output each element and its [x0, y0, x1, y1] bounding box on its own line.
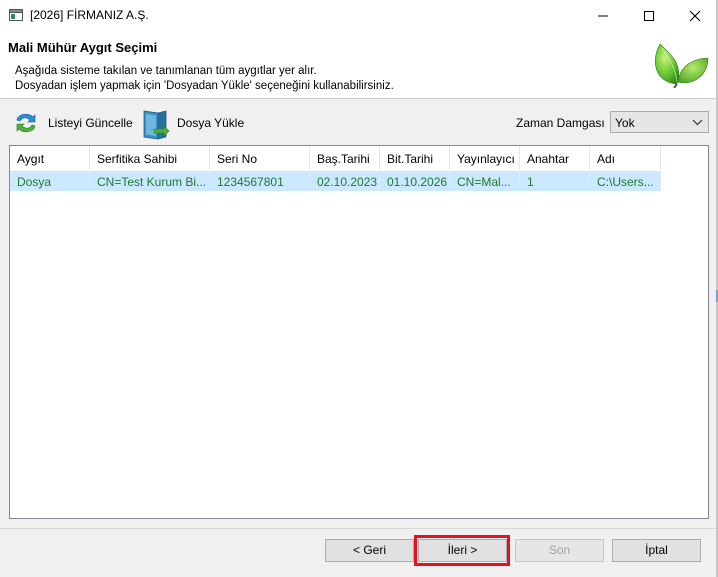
finish-button: Son	[515, 539, 604, 562]
timestamp-select-value: Yok	[615, 116, 635, 130]
minimize-icon	[598, 15, 608, 17]
cell-key: 1	[520, 171, 590, 191]
table-row[interactable]: Dosya CN=Test Kurum Bi... 1234567801 02.…	[10, 171, 661, 191]
column-header-name[interactable]: Adı	[590, 146, 661, 170]
refresh-list-label: Listeyi Güncelle	[48, 116, 133, 130]
maximize-button[interactable]	[626, 0, 672, 31]
wizard-header: Mali Mühür Aygıt Seçimi Aşağıda sisteme …	[0, 32, 718, 98]
cancel-button[interactable]: İptal	[612, 539, 701, 562]
header-description-line2: Dosyadan işlem yapmak için 'Dosyadan Yük…	[15, 80, 394, 92]
column-header-start-date[interactable]: Baş.Tarihi	[310, 146, 380, 170]
load-file-label: Dosya Yükle	[177, 116, 245, 130]
cell-certificate-owner: CN=Test Kurum Bi...	[90, 171, 210, 191]
device-list-grid[interactable]: Aygıt Serfitika Sahibi Seri No Baş.Tarih…	[9, 145, 709, 519]
window-title: [2026] FİRMANIZ A.Ş.	[30, 8, 149, 22]
cell-end-date: 01.10.2026	[380, 171, 450, 191]
maximize-icon	[644, 11, 654, 21]
cell-start-date: 02.10.2023	[310, 171, 380, 191]
green-leaf-icon	[655, 43, 709, 88]
timestamp-select[interactable]: Yok	[610, 111, 709, 133]
minimize-button[interactable]	[580, 0, 626, 31]
app-window-icon	[9, 9, 23, 21]
header-description-line1: Aşağıda sisteme takılan ve tanımlanan tü…	[15, 65, 317, 77]
grid-header: Aygıt Serfitika Sahibi Seri No Baş.Tarih…	[10, 146, 708, 170]
column-header-key[interactable]: Anahtar	[520, 146, 590, 170]
page-title: Mali Mühür Aygıt Seçimi	[8, 40, 158, 55]
cell-issuer: CN=Mal...	[450, 171, 520, 191]
file-load-icon	[143, 110, 170, 140]
cell-device: Dosya	[10, 171, 90, 191]
close-icon	[689, 10, 701, 22]
close-button[interactable]	[672, 0, 718, 31]
load-file-button[interactable]: Dosya Yükle	[142, 107, 252, 140]
column-header-end-date[interactable]: Bit.Tarihi	[380, 146, 450, 170]
refresh-list-button[interactable]: Listeyi Güncelle	[12, 107, 137, 139]
column-header-device[interactable]: Aygıt	[10, 146, 90, 170]
column-header-issuer[interactable]: Yayınlayıcı	[450, 146, 520, 170]
timestamp-label: Zaman Damgası	[516, 116, 605, 130]
next-button-highlight	[414, 535, 510, 566]
chevron-down-icon	[692, 119, 703, 126]
cell-serial-no: 1234567801	[210, 171, 310, 191]
header-divider	[0, 98, 718, 99]
title-bar: [2026] FİRMANIZ A.Ş.	[0, 0, 718, 33]
back-button[interactable]: < Geri	[325, 539, 414, 562]
column-header-serial-no[interactable]: Seri No	[210, 146, 310, 170]
refresh-arrows-icon	[16, 113, 36, 133]
column-header-certificate-owner[interactable]: Serfitika Sahibi	[90, 146, 210, 170]
footer-divider	[0, 528, 718, 529]
cell-name: C:\Users...	[590, 171, 661, 191]
